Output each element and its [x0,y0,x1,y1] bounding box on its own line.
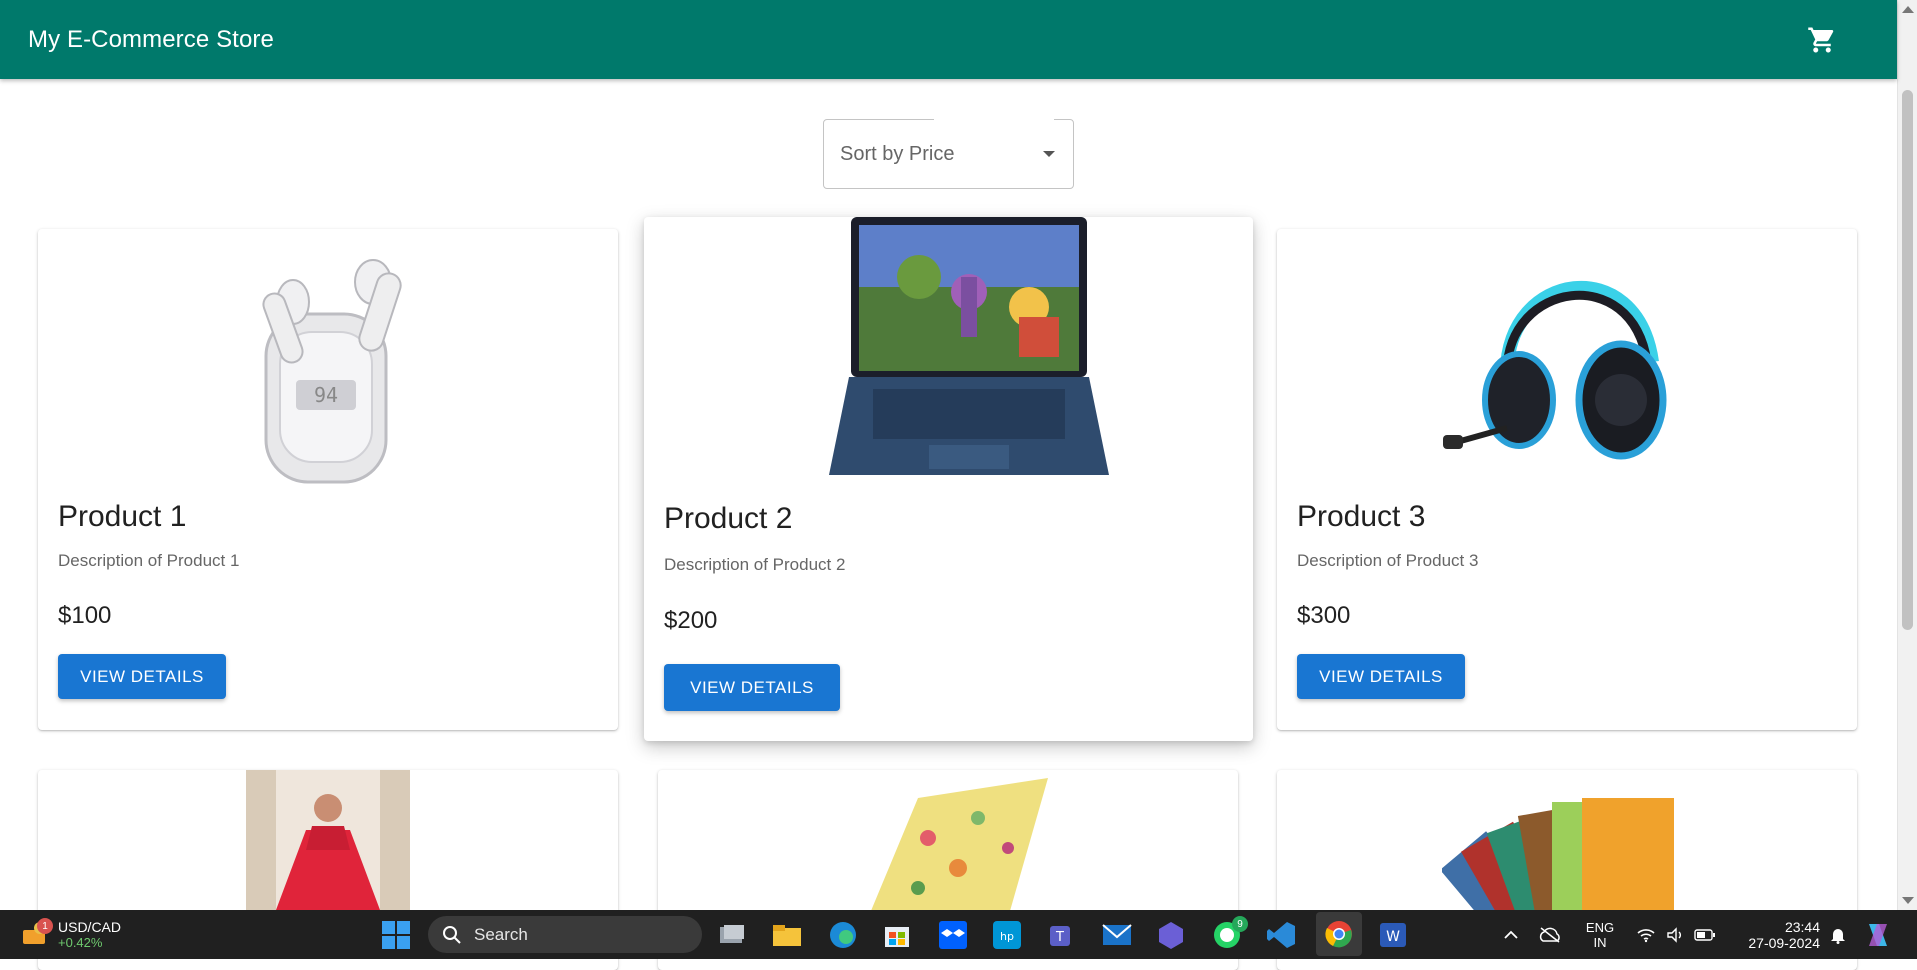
product-price: $100 [58,602,112,629]
volume-icon [1667,926,1681,943]
chrome-icon [1325,921,1352,948]
whatsapp-badge: 9 [1232,916,1248,932]
floral-notebook-image [858,778,1058,918]
start-button[interactable] [378,910,414,959]
sort-select-label: Sort by Price [840,142,955,165]
os-taskbar: USD/CAD +0.42% 1 Search hp T 9 W ENG IN … [0,910,1917,959]
windows-start-icon [382,920,410,949]
earbuds-image: 94 [38,229,618,494]
chevron-up-icon [1504,930,1518,939]
product-name: Product 3 [1297,500,1426,533]
dropbox-button[interactable] [936,910,970,959]
edge-button[interactable] [826,910,860,959]
copilot-icon [1869,923,1887,946]
folder-icon [773,924,801,946]
file-explorer-button[interactable] [770,910,804,959]
product-card-3: Product 3 Description of Product 3 $300 … [1277,229,1857,730]
clock-time: 23:44 [1784,918,1820,935]
hexagon-app-icon [1159,921,1183,949]
view-details-button[interactable]: VIEW DETAILS [58,654,226,699]
network-volume-battery[interactable] [1636,910,1716,959]
svg-text:94: 94 [314,383,338,407]
product-name: Product 2 [664,502,793,535]
mail-icon [1102,923,1132,945]
product-card-1: 94 Product 1 Description of Product 1 $1… [38,229,618,730]
laptop-image [644,217,1253,482]
shopping-cart-icon [1808,27,1834,53]
product-description: Description of Product 2 [664,555,846,574]
language-code: ENG [1585,919,1615,935]
task-view-button[interactable] [716,910,748,959]
product-card-2: Product 2 Description of Product 2 $200 … [644,217,1253,741]
cloud-off-icon [1539,926,1560,943]
product-name: Product 1 [58,500,187,533]
battery-icon [1694,928,1715,941]
outline-notch [934,118,1054,122]
mail-button[interactable] [1100,910,1134,959]
svg-text:W: W [1386,929,1400,945]
app-bar: My E-Commerce Store [0,0,1897,79]
language-indicator[interactable]: ENG IN [1580,910,1620,959]
headphones-image [1277,229,1857,494]
scroll-thumb[interactable] [1902,90,1913,630]
region-code: IN [1593,934,1607,950]
widget-change: +0.42% [58,935,103,950]
chrome-button[interactable] [1316,912,1362,956]
search-label: Search [474,924,528,944]
scroll-up-icon[interactable] [1902,6,1914,13]
edge-browser-icon [830,921,856,948]
product-description: Description of Product 1 [58,551,240,570]
onedrive-status[interactable] [1536,910,1564,959]
page-scrollbar[interactable] [1897,0,1917,910]
clock[interactable]: 23:44 27-09-2024 [1728,910,1820,959]
notifications-button[interactable] [1826,910,1850,959]
product-description: Description of Product 3 [1297,551,1479,570]
copilot-button[interactable] [1860,910,1896,959]
wifi-icon [1637,928,1655,942]
teams-button[interactable]: T [1044,910,1078,959]
taskbar-search[interactable]: Search [428,916,702,953]
weather-widget[interactable]: USD/CAD +0.42% [20,910,140,959]
vscode-icon [1267,921,1295,948]
product-price: $200 [664,607,718,634]
show-hidden-icons-button[interactable] [1500,910,1522,959]
dropbox-icon [939,920,967,949]
cart-button[interactable] [1800,20,1844,60]
sort-by-price-select[interactable]: Sort by Price [823,118,1074,189]
hp-button[interactable]: hp [990,910,1024,959]
vscode-button[interactable] [1264,910,1298,959]
teams-icon: T [1050,925,1070,946]
red-dress-image [246,770,410,910]
scroll-down-icon[interactable] [1902,897,1914,904]
microsoft-store-icon [885,926,909,947]
search-icon [443,925,461,944]
word-button[interactable]: W [1376,910,1410,959]
task-view-icon [720,924,744,943]
clock-date: 27-09-2024 [1748,934,1820,951]
copilot-app-button[interactable] [1154,910,1188,959]
caret-down-icon [1043,151,1055,157]
view-details-button[interactable]: VIEW DETAILS [664,664,840,711]
notebooks-stack-image [1440,780,1692,939]
svg-text:hp: hp [1000,930,1014,943]
svg-text:T: T [1055,930,1064,945]
bell-icon [1831,928,1845,944]
product-price: $300 [1297,602,1351,629]
word-icon: W [1380,922,1406,947]
view-details-button[interactable]: VIEW DETAILS [1297,654,1465,699]
widget-badge: 1 [37,918,53,934]
widget-title: USD/CAD [58,919,122,935]
store-button[interactable] [880,910,914,959]
store-title: My E-Commerce Store [28,25,274,53]
myhp-icon: hp [993,920,1021,949]
